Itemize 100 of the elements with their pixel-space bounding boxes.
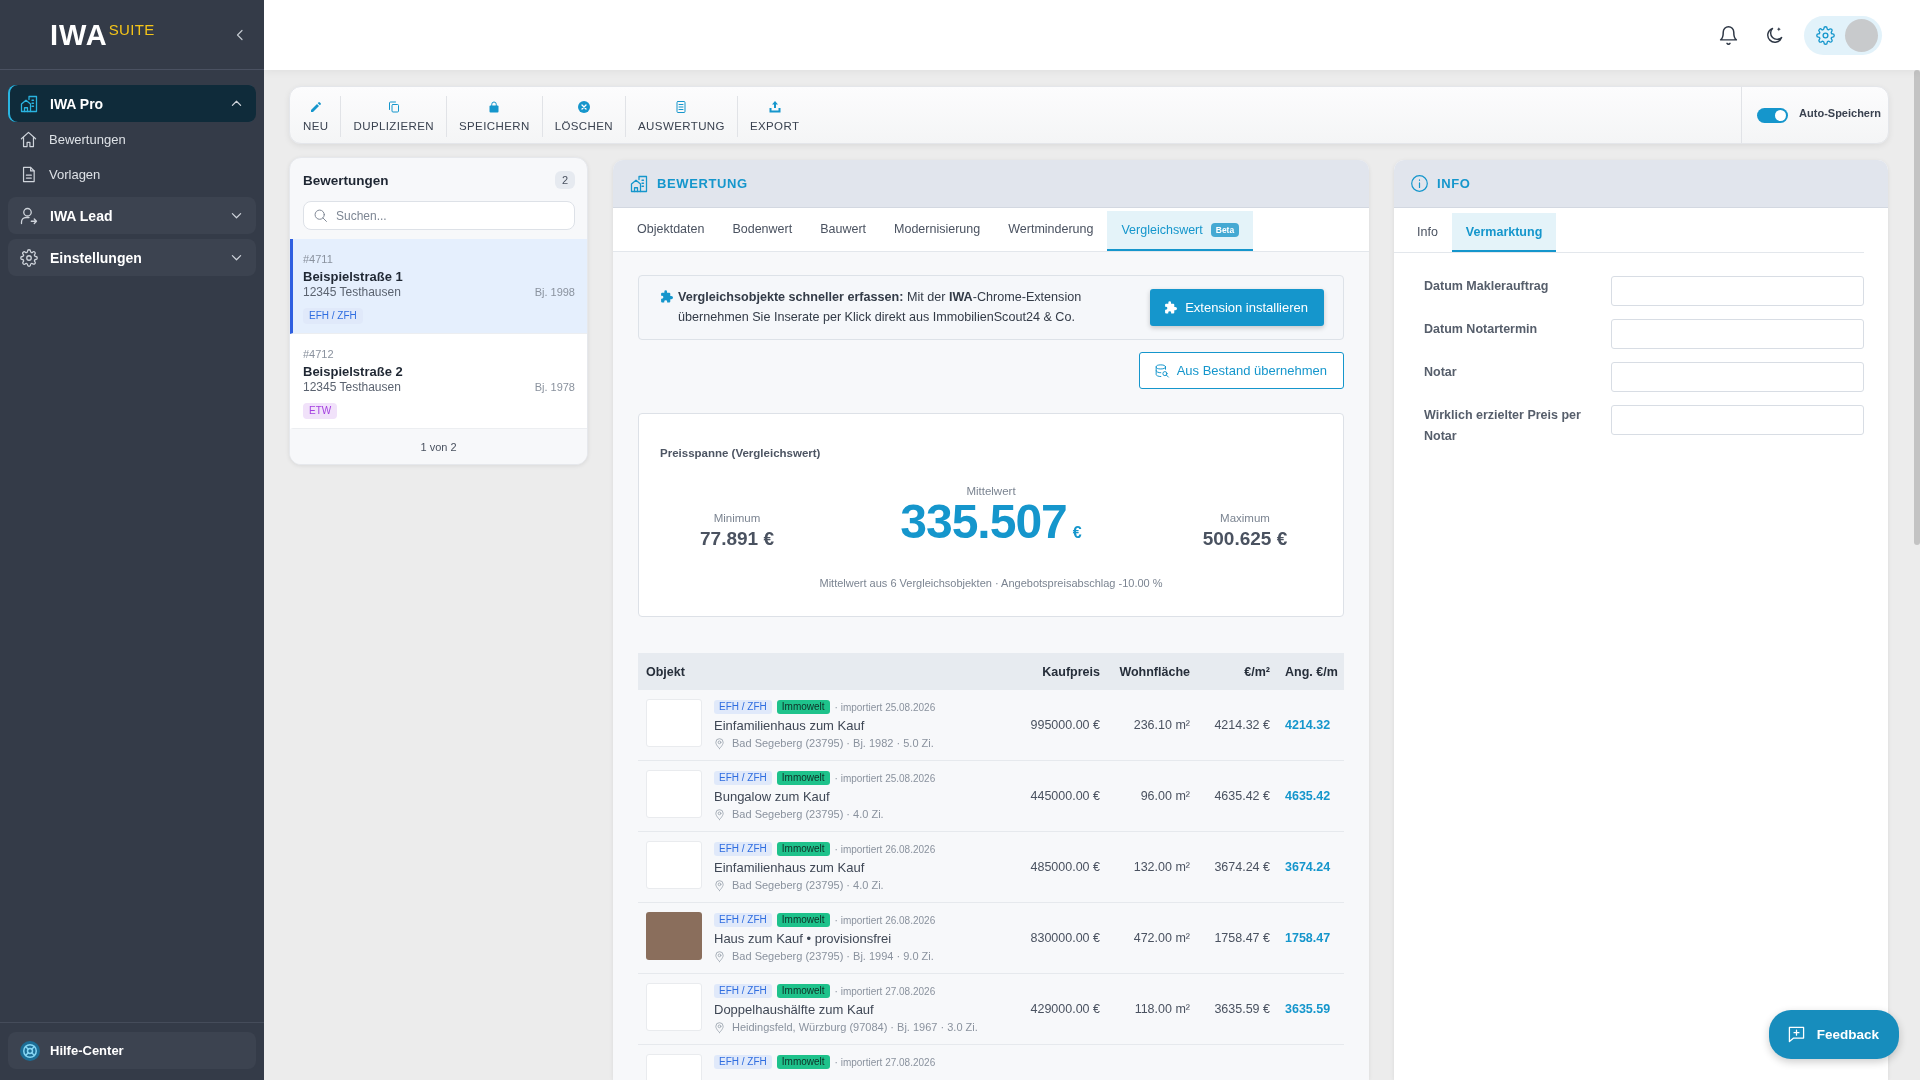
help-center-link[interactable]: Hilfe-Center xyxy=(8,1032,256,1069)
table-cell: 3674.24 € xyxy=(1214,860,1270,874)
nav-item[interactable]: Bewertungen xyxy=(8,122,256,157)
table-cell: 4214.32 € xyxy=(1214,718,1270,732)
card-note: Mittelwert aus 6 Vergleichsobjekten · Angebotspreisabschlag -10.00 % xyxy=(819,577,1163,589)
feedback-button[interactable]: Feedback xyxy=(1768,1010,1899,1059)
search-field[interactable]: Suchen... xyxy=(303,201,575,230)
info-icon xyxy=(1411,175,1428,192)
export-button[interactable]: EXPORT xyxy=(737,87,812,143)
stat-label: Minimum xyxy=(713,512,761,524)
field-label: Datum Notartermin xyxy=(1424,321,1539,338)
source-tag: Immowelt xyxy=(776,842,830,856)
message-icon xyxy=(1787,1026,1805,1043)
tab[interactable]: Wertminderung xyxy=(994,208,1108,251)
column-header: €/m² xyxy=(1244,664,1270,679)
banner-text: Vergleichsobjekte schneller erfassen: Mit der IWA-Chrome-Extension übernehmen Sie Inserate per Klick direkt aus ImmobilienScout24 & Co. xyxy=(678,289,1083,326)
import-date: · importiert 27.08.2026 xyxy=(834,985,936,997)
import-date: · importiert 27.08.2026 xyxy=(834,1056,936,1068)
upload-icon xyxy=(768,100,781,113)
input-field[interactable] xyxy=(1611,362,1864,392)
category-tag: EFH / ZFH xyxy=(714,771,772,785)
moon-icon[interactable] xyxy=(1765,25,1784,45)
pin-icon xyxy=(714,1021,725,1033)
lifebuoy-icon xyxy=(20,1040,40,1061)
item-address: 12345 Testhausen xyxy=(303,380,401,394)
tab[interactable]: Bauwert xyxy=(806,208,881,251)
list-item[interactable]: #4711 Beispielstraße 1 12345 Testhausen Bj. 1998 EFH / ZFH xyxy=(290,239,587,334)
stat-label: Mittelwert xyxy=(966,485,1016,497)
listing-location: Bad Segeberg (23795) · 4.0 Zi. xyxy=(732,808,884,820)
source-tag: Immowelt xyxy=(776,984,830,998)
table-cell: 118.00 m² xyxy=(1134,1002,1190,1016)
beta-badge: Beta xyxy=(1210,223,1240,237)
tab[interactable]: Modernisierung xyxy=(880,208,995,251)
listing-location: Heidingsfeld, Würzburg (97084) · Bj. 1967 · 3.0 Zi. xyxy=(732,1021,978,1033)
listing-location: Bad Segeberg (23795) · 4.0 Zi. xyxy=(732,879,884,891)
pagination-text: 1 von 2 xyxy=(420,441,457,453)
category-tag: EFH / ZFH xyxy=(714,984,772,998)
item-year: Bj. 1978 xyxy=(534,381,575,393)
nav-group[interactable]: Einstellungen xyxy=(8,239,256,276)
tab[interactable]: Info xyxy=(1403,213,1452,252)
chevron-left-icon[interactable] xyxy=(234,28,246,41)
duplicate-button[interactable]: DUPLIZIEREN xyxy=(341,87,446,143)
table-cell: 485000.00 € xyxy=(1030,860,1100,874)
count-badge: 2 xyxy=(554,171,575,189)
table-cell: 132.00 m² xyxy=(1133,860,1190,874)
nav-group[interactable]: IWA Lead xyxy=(8,197,256,234)
panel-header: INFO xyxy=(1394,160,1888,208)
item-address: 12345 Testhausen xyxy=(303,285,401,299)
avatar-placeholder xyxy=(1845,18,1878,52)
item-title: Beispielstraße 1 xyxy=(303,269,404,284)
tab[interactable]: Objektdaten xyxy=(623,208,719,251)
field-label: Notar xyxy=(1424,364,1458,381)
stat-value: 500.625 € xyxy=(1202,528,1288,550)
category-tag: EFH / ZFH xyxy=(714,1055,772,1069)
toggle-switch[interactable] xyxy=(1757,107,1789,123)
source-tag: Immowelt xyxy=(776,1055,830,1069)
pin-icon xyxy=(714,737,725,749)
input-field[interactable] xyxy=(1611,276,1864,306)
item-number: #4712 xyxy=(303,348,334,360)
copy-icon xyxy=(387,100,400,113)
panel-header: BEWERTUNG xyxy=(613,160,1369,208)
category-tag: EFH / ZFH xyxy=(714,913,772,927)
table-cell: 3635.59 xyxy=(1285,1002,1331,1016)
pencil-icon xyxy=(309,100,322,113)
save-button[interactable]: SPEICHERN xyxy=(446,87,542,143)
nav-item[interactable]: Vorlagen xyxy=(8,157,256,192)
new-button[interactable]: NEU xyxy=(291,87,341,143)
pin-icon xyxy=(714,808,725,820)
category-tag: EFH / ZFH xyxy=(714,842,772,856)
listing-title: Einfamilienhaus zum Kauf xyxy=(714,860,865,875)
nav-group[interactable]: IWA Pro xyxy=(8,85,256,122)
source-tag: Immowelt xyxy=(776,771,830,785)
x-circle-icon xyxy=(577,100,590,113)
table-cell: 1758.47 xyxy=(1285,931,1331,945)
table-cell: 236.10 m² xyxy=(1133,718,1190,732)
input-field[interactable] xyxy=(1611,319,1864,349)
item-number: #4711 xyxy=(303,253,333,265)
report-button[interactable]: AUSWERTUNG xyxy=(626,87,737,143)
panel-title: Bewertungen xyxy=(303,172,389,188)
bell-icon[interactable] xyxy=(1718,24,1739,46)
puzzle-icon xyxy=(660,290,673,303)
table-cell: 4214.32 xyxy=(1285,718,1331,732)
table-cell: 445000.00 € xyxy=(1030,789,1100,803)
input-field[interactable] xyxy=(1611,405,1864,435)
field-label: Datum Maklerauftrag xyxy=(1424,278,1550,295)
delete-button[interactable]: LÖSCHEN xyxy=(542,87,626,143)
tab[interactable]: Bodenwert xyxy=(718,208,807,251)
list-item[interactable]: #4712 Beispielstraße 2 12345 Testhausen Bj. 1978 ETW xyxy=(290,334,587,429)
import-date: · importiert 26.08.2026 xyxy=(834,914,936,926)
column-header: Ang. €/m xyxy=(1285,664,1338,679)
building-icon xyxy=(630,174,648,193)
listing-location: Bad Segeberg (23795) · Bj. 1982 · 5.0 Zi. xyxy=(732,737,934,749)
category-tag: EFH / ZFH xyxy=(303,308,363,324)
import-date: · importiert 26.08.2026 xyxy=(834,843,936,855)
table-cell: 830000.00 € xyxy=(1030,931,1100,945)
scrollbar-thumb[interactable] xyxy=(1914,70,1920,545)
category-tag: ETW xyxy=(303,403,338,419)
gear-icon xyxy=(20,248,38,267)
user-menu[interactable] xyxy=(1804,15,1882,55)
toggle-label: Auto-Speichern xyxy=(1799,107,1881,119)
